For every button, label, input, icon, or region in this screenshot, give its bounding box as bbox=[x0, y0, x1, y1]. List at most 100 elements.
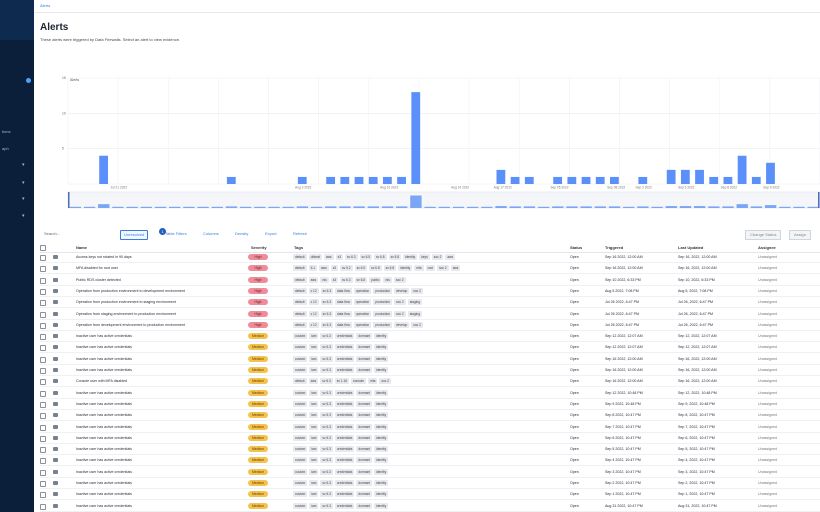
alert-name[interactable]: Inactive user has active credentials bbox=[76, 425, 244, 429]
table-filters-button[interactable]: Table Filters bbox=[162, 230, 190, 238]
sidebar-item-label[interactable]: aph bbox=[2, 146, 32, 151]
assign-button[interactable]: Assign bbox=[789, 230, 812, 240]
column-header-name[interactable]: Name bbox=[76, 245, 87, 250]
table-row[interactable]: Access keys not rotated in 90 days High de… bbox=[40, 253, 820, 263]
row-checkbox[interactable] bbox=[40, 390, 46, 397]
alert-name[interactable]: Inactive user has active credentials bbox=[76, 492, 244, 496]
row-checkbox[interactable] bbox=[40, 345, 46, 352]
column-header-triggered[interactable]: Triggered bbox=[605, 245, 623, 250]
assignee[interactable]: Unassigned bbox=[758, 278, 777, 282]
chart-bar[interactable] bbox=[723, 176, 733, 184]
row-checkbox[interactable] bbox=[40, 401, 46, 408]
table-row[interactable]: Inactive user has active credentials Medi… bbox=[40, 389, 820, 399]
chart-bar[interactable] bbox=[737, 155, 747, 184]
row-checkbox[interactable] bbox=[40, 368, 46, 374]
chart-bar[interactable] bbox=[326, 176, 336, 184]
chart-bar[interactable] bbox=[226, 176, 236, 184]
column-header-tags[interactable]: Tags bbox=[294, 245, 303, 250]
assignee[interactable]: Unassigned bbox=[758, 425, 777, 429]
alert-name[interactable]: Operation from development environment t… bbox=[76, 323, 244, 327]
table-row[interactable]: Inactive user has active credentials Medi… bbox=[40, 343, 820, 354]
alert-name[interactable]: Inactive user has active credentials bbox=[76, 345, 244, 349]
assignee[interactable]: Unassigned bbox=[758, 470, 777, 474]
row-checkbox[interactable] bbox=[40, 435, 46, 442]
row-checkbox[interactable] bbox=[40, 277, 46, 284]
search-input[interactable]: Search… bbox=[44, 231, 61, 236]
assignee[interactable]: Unassigned bbox=[758, 368, 777, 372]
chevron-down-icon[interactable]: ▾ bbox=[22, 213, 25, 219]
assignee[interactable]: Unassigned bbox=[758, 357, 777, 361]
row-checkbox[interactable] bbox=[40, 300, 46, 307]
assignee[interactable]: Unassigned bbox=[758, 300, 777, 304]
assignee[interactable]: Unassigned bbox=[758, 436, 777, 440]
alert-name[interactable]: Console user with MFA disabled bbox=[76, 379, 244, 383]
alert-name[interactable]: Inactive user has active credentials bbox=[76, 458, 244, 462]
assignee[interactable]: Unassigned bbox=[758, 481, 777, 485]
alerts-bar-chart[interactable]: Alerts 15 10 5 Jul 21 2022 Aug 3 2022 Aug 10 2… bbox=[62, 72, 820, 212]
chart-bar[interactable] bbox=[766, 162, 775, 184]
chart-bar[interactable] bbox=[496, 169, 506, 184]
table-row[interactable]: Inactive user has active credentials Medi… bbox=[40, 434, 820, 444]
range-handle-right[interactable] bbox=[818, 192, 820, 208]
unresolved-button[interactable]: Unresolved bbox=[120, 230, 149, 240]
assignee[interactable]: Unassigned bbox=[758, 345, 777, 349]
table-row[interactable]: Inactive user has active credentials Medi… bbox=[40, 366, 820, 376]
column-header-status[interactable]: Status bbox=[570, 245, 582, 250]
chart-bar[interactable] bbox=[680, 169, 690, 184]
chart-bar[interactable] bbox=[510, 176, 520, 184]
alert-name[interactable]: Inactive user has active credentials bbox=[76, 402, 244, 406]
export-button[interactable]: Export bbox=[262, 230, 280, 238]
chart-bar[interactable] bbox=[581, 176, 591, 184]
row-checkbox[interactable] bbox=[40, 469, 46, 476]
assignee[interactable]: Unassigned bbox=[758, 312, 777, 316]
range-selector[interactable] bbox=[67, 191, 820, 209]
row-checkbox[interactable] bbox=[40, 379, 46, 386]
alert-name[interactable]: Inactive user has active credentials bbox=[76, 334, 244, 338]
alert-name[interactable]: Inactive user has active credentials bbox=[76, 368, 244, 372]
table-row[interactable]: Inactive user has active credentials Medi… bbox=[40, 423, 820, 433]
table-row[interactable]: Operation from development environment t… bbox=[40, 321, 820, 331]
sidebar-item-label[interactable]: tions bbox=[2, 129, 32, 134]
row-checkbox[interactable] bbox=[40, 413, 46, 420]
alert-name[interactable]: Inactive user has active credentials bbox=[76, 470, 244, 474]
select-all-checkbox[interactable] bbox=[40, 245, 46, 251]
row-checkbox[interactable] bbox=[40, 424, 46, 431]
table-row[interactable]: Inactive user has active credentials Medi… bbox=[40, 490, 820, 501]
sidebar-logo[interactable] bbox=[0, 0, 34, 40]
chart-bar[interactable] bbox=[751, 176, 761, 184]
refresh-button[interactable]: Refresh bbox=[290, 230, 310, 238]
row-checkbox[interactable] bbox=[40, 311, 46, 318]
chart-bar[interactable] bbox=[297, 176, 307, 184]
chevron-down-icon[interactable]: ▾ bbox=[22, 180, 25, 186]
chart-bar[interactable] bbox=[397, 176, 406, 184]
alert-name[interactable]: Inactive user has active credentials bbox=[76, 391, 244, 395]
table-row[interactable]: Operation from staging environment to pr… bbox=[40, 310, 820, 320]
table-row[interactable]: Inactive user has active credentials Medi… bbox=[40, 400, 820, 410]
assignee[interactable]: Unassigned bbox=[758, 289, 777, 293]
row-checkbox[interactable] bbox=[40, 356, 46, 363]
column-header-last-updated[interactable]: Last Updated bbox=[678, 245, 703, 250]
chart-bar[interactable] bbox=[524, 176, 534, 184]
assignee[interactable]: Unassigned bbox=[758, 504, 777, 508]
chart-bar[interactable] bbox=[368, 176, 378, 184]
chart-bar[interactable] bbox=[567, 176, 577, 184]
table-row[interactable]: Inactive user has active credentials Medi… bbox=[40, 332, 820, 343]
table-row[interactable]: Inactive user has active credentials Medi… bbox=[40, 468, 820, 478]
alert-name[interactable]: Inactive user has active credentials bbox=[76, 357, 244, 361]
chart-bar[interactable] bbox=[382, 176, 392, 184]
alert-name[interactable]: Operation from production environment to… bbox=[76, 300, 244, 304]
row-checkbox[interactable] bbox=[40, 334, 46, 341]
alert-name[interactable]: Inactive user has active credentials bbox=[76, 504, 244, 508]
alert-name[interactable]: MFA disabled for root user bbox=[76, 266, 244, 270]
chart-bar[interactable] bbox=[610, 176, 619, 184]
breadcrumb[interactable]: Alerts bbox=[40, 3, 50, 8]
alert-name[interactable]: Public RDS cluster detected bbox=[76, 278, 244, 282]
columns-button[interactable]: Columns bbox=[200, 230, 222, 238]
table-row[interactable]: Inactive user has active credentials Medi… bbox=[40, 355, 820, 365]
alert-name[interactable]: Inactive user has active credentials bbox=[76, 481, 244, 485]
chevron-down-icon[interactable]: ▾ bbox=[22, 162, 25, 168]
range-handle-left[interactable] bbox=[68, 192, 70, 208]
assignee[interactable]: Unassigned bbox=[758, 334, 777, 338]
assignee[interactable]: Unassigned bbox=[758, 391, 777, 395]
alert-name[interactable]: Operation from staging environment to pr… bbox=[76, 312, 244, 316]
